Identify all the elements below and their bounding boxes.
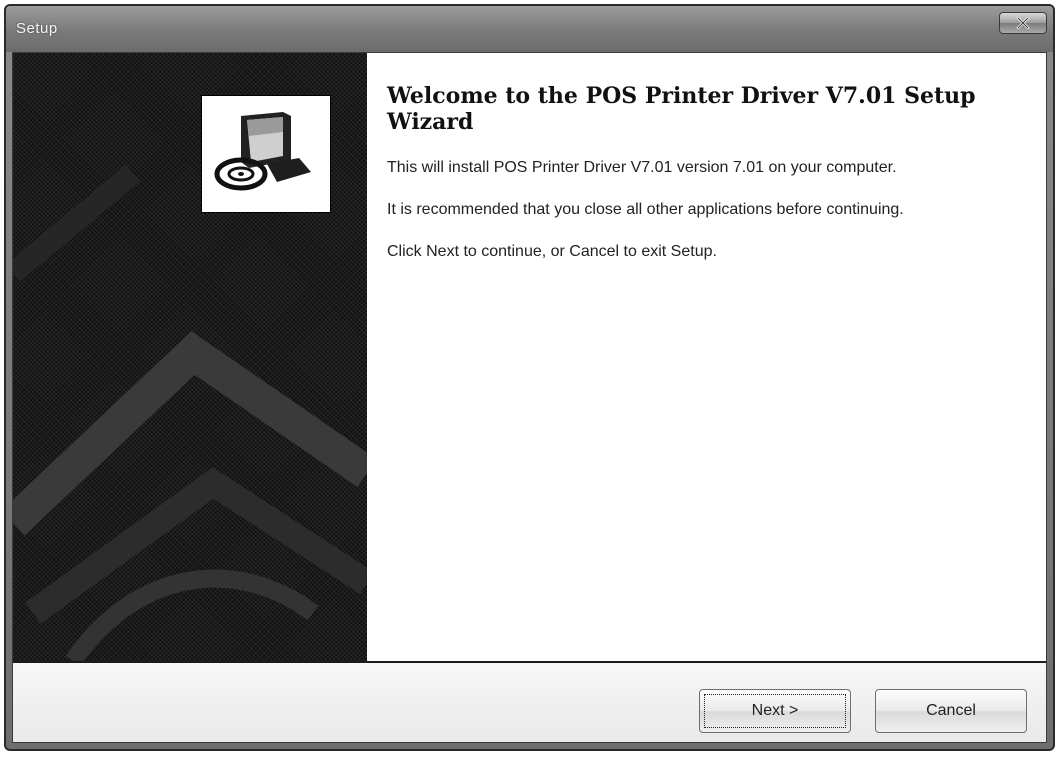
- cancel-button-label: Cancel: [926, 702, 976, 719]
- close-icon: [1016, 17, 1030, 29]
- cancel-button[interactable]: Cancel: [875, 689, 1027, 733]
- window-title: Setup: [16, 20, 58, 37]
- wizard-button-bar: Next > Cancel: [13, 661, 1046, 742]
- title-bar[interactable]: Setup: [6, 6, 1053, 52]
- focus-rectangle: [704, 694, 846, 728]
- welcome-heading: Welcome to the POS Printer Driver V7.01 …: [387, 83, 976, 135]
- install-description: This will install POS Printer Driver V7.…: [387, 159, 897, 176]
- computer-setup-icon: [211, 102, 321, 207]
- wizard-content: Welcome to the POS Printer Driver V7.01 …: [387, 83, 1037, 283]
- wizard-side-panel: [13, 53, 367, 661]
- wizard-client-area: Welcome to the POS Printer Driver V7.01 …: [12, 52, 1047, 743]
- close-apps-recommendation: It is recommended that you close all oth…: [387, 201, 904, 218]
- close-button[interactable]: [999, 12, 1047, 34]
- continue-instruction: Click Next to continue, or Cancel to exi…: [387, 243, 717, 260]
- next-button[interactable]: Next >: [699, 689, 851, 733]
- setup-window: Setup Welcome to the POS Printer Driver …: [4, 4, 1055, 751]
- setup-logo: [201, 95, 331, 213]
